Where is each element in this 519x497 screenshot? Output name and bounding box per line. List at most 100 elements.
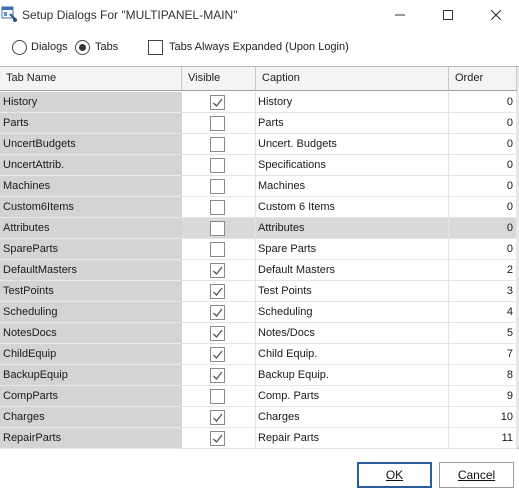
- visible-checkbox[interactable]: [210, 368, 225, 383]
- tab-name-cell[interactable]: DefaultMasters: [0, 260, 182, 281]
- tab-name-cell[interactable]: ChildEquip: [0, 344, 182, 365]
- table-row[interactable]: Machines Machines 0: [0, 176, 517, 197]
- caption-cell[interactable]: Repair Parts: [256, 428, 449, 449]
- visible-checkbox[interactable]: [210, 137, 225, 152]
- visible-checkbox[interactable]: [210, 347, 225, 362]
- caption-cell[interactable]: Default Masters: [256, 260, 449, 281]
- tab-name-cell[interactable]: NotesDocs: [0, 323, 182, 344]
- dialogs-radio-label[interactable]: Dialogs: [31, 41, 68, 53]
- order-cell[interactable]: 10: [449, 407, 517, 428]
- caption-cell[interactable]: Custom 6 Items: [256, 197, 449, 218]
- caption-cell[interactable]: Backup Equip.: [256, 365, 449, 386]
- caption-cell[interactable]: Machines: [256, 176, 449, 197]
- caption-cell[interactable]: Scheduling: [256, 302, 449, 323]
- visible-checkbox[interactable]: [210, 158, 225, 173]
- caption-cell[interactable]: Comp. Parts: [256, 386, 449, 407]
- tab-name-cell[interactable]: Attributes: [0, 218, 182, 239]
- maximize-button[interactable]: [425, 0, 471, 30]
- table-row[interactable]: NotesDocs Notes/Docs 5: [0, 323, 517, 344]
- minimize-button[interactable]: [377, 0, 423, 30]
- tab-name-cell[interactable]: BackupEquip: [0, 365, 182, 386]
- order-cell[interactable]: 0: [449, 218, 517, 239]
- tab-name-cell[interactable]: CompParts: [0, 386, 182, 407]
- order-cell[interactable]: 11: [449, 428, 517, 449]
- table-row[interactable]: TestPoints Test Points 3: [0, 281, 517, 302]
- order-cell[interactable]: 8: [449, 365, 517, 386]
- visible-checkbox[interactable]: [210, 326, 225, 341]
- table-row[interactable]: BackupEquip Backup Equip. 8: [0, 365, 517, 386]
- caption-cell[interactable]: Uncert. Budgets: [256, 134, 449, 155]
- tabs-radio[interactable]: [75, 40, 90, 55]
- visible-checkbox[interactable]: [210, 116, 225, 131]
- order-cell[interactable]: 0: [449, 239, 517, 260]
- tab-name-cell[interactable]: Charges: [0, 407, 182, 428]
- tab-name-cell[interactable]: UncertAttrib.: [0, 155, 182, 176]
- column-header-caption[interactable]: Caption: [256, 67, 449, 90]
- visible-checkbox[interactable]: [210, 389, 225, 404]
- table-row[interactable]: UncertAttrib. Specifications 0: [0, 155, 517, 176]
- table-row[interactable]: SpareParts Spare Parts 0: [0, 239, 517, 260]
- caption-cell[interactable]: Notes/Docs: [256, 323, 449, 344]
- tab-name-cell[interactable]: RepairParts: [0, 428, 182, 449]
- visible-checkbox[interactable]: [210, 200, 225, 215]
- order-cell[interactable]: 0: [449, 92, 517, 113]
- tab-name-cell[interactable]: History: [0, 92, 182, 113]
- order-cell[interactable]: 3: [449, 281, 517, 302]
- caption-cell[interactable]: Specifications: [256, 155, 449, 176]
- table-row[interactable]: Scheduling Scheduling 4: [0, 302, 517, 323]
- order-cell[interactable]: 0: [449, 176, 517, 197]
- table-row[interactable]: Attributes Attributes 0: [0, 218, 517, 239]
- order-cell[interactable]: 7: [449, 344, 517, 365]
- tab-name-cell[interactable]: Parts: [0, 113, 182, 134]
- caption-cell[interactable]: Spare Parts: [256, 239, 449, 260]
- table-row[interactable]: History History 0: [0, 92, 517, 113]
- column-header-order[interactable]: Order: [449, 67, 517, 90]
- visible-checkbox[interactable]: [210, 242, 225, 257]
- column-header-tab-name[interactable]: Tab Name: [0, 67, 182, 90]
- caption-cell[interactable]: Charges: [256, 407, 449, 428]
- table-row[interactable]: Parts Parts 0: [0, 113, 517, 134]
- table-row[interactable]: Charges Charges 10: [0, 407, 517, 428]
- visible-checkbox[interactable]: [210, 95, 225, 110]
- order-cell[interactable]: 0: [449, 113, 517, 134]
- order-cell[interactable]: 0: [449, 155, 517, 176]
- table-row[interactable]: Custom6Items Custom 6 Items 0: [0, 197, 517, 218]
- tabs-grid[interactable]: Tab Name Visible Caption Order History Hi…: [0, 66, 519, 449]
- tab-name-cell[interactable]: UncertBudgets: [0, 134, 182, 155]
- table-row[interactable]: UncertBudgets Uncert. Budgets 0: [0, 134, 517, 155]
- tab-name-cell[interactable]: TestPoints: [0, 281, 182, 302]
- order-cell[interactable]: 4: [449, 302, 517, 323]
- tab-name-cell[interactable]: Custom6Items: [0, 197, 182, 218]
- ok-button[interactable]: OK: [357, 462, 432, 488]
- visible-checkbox[interactable]: [210, 410, 225, 425]
- cancel-button[interactable]: Cancel: [439, 462, 514, 488]
- caption-cell[interactable]: Test Points: [256, 281, 449, 302]
- close-button[interactable]: [473, 0, 519, 30]
- caption-cell[interactable]: Parts: [256, 113, 449, 134]
- tabs-expanded-checkbox[interactable]: [148, 40, 163, 55]
- dialogs-radio[interactable]: [12, 40, 27, 55]
- table-row[interactable]: CompParts Comp. Parts 9: [0, 386, 517, 407]
- table-row[interactable]: ChildEquip Child Equip. 7: [0, 344, 517, 365]
- column-header-visible[interactable]: Visible: [182, 67, 256, 90]
- visible-checkbox[interactable]: [210, 431, 225, 446]
- order-cell[interactable]: 5: [449, 323, 517, 344]
- tabs-expanded-label[interactable]: Tabs Always Expanded (Upon Login): [169, 41, 349, 53]
- caption-cell[interactable]: History: [256, 92, 449, 113]
- order-cell[interactable]: 9: [449, 386, 517, 407]
- table-row[interactable]: RepairParts Repair Parts 11: [0, 428, 517, 449]
- caption-cell[interactable]: Attributes: [256, 218, 449, 239]
- tab-name-cell[interactable]: SpareParts: [0, 239, 182, 260]
- visible-checkbox[interactable]: [210, 179, 225, 194]
- order-cell[interactable]: 0: [449, 197, 517, 218]
- order-cell[interactable]: 2: [449, 260, 517, 281]
- tab-name-cell[interactable]: Scheduling: [0, 302, 182, 323]
- tab-name-cell[interactable]: Machines: [0, 176, 182, 197]
- tabs-radio-label[interactable]: Tabs: [95, 41, 118, 53]
- visible-checkbox[interactable]: [210, 221, 225, 236]
- visible-checkbox[interactable]: [210, 263, 225, 278]
- visible-checkbox[interactable]: [210, 284, 225, 299]
- table-row[interactable]: DefaultMasters Default Masters 2: [0, 260, 517, 281]
- order-cell[interactable]: 0: [449, 134, 517, 155]
- caption-cell[interactable]: Child Equip.: [256, 344, 449, 365]
